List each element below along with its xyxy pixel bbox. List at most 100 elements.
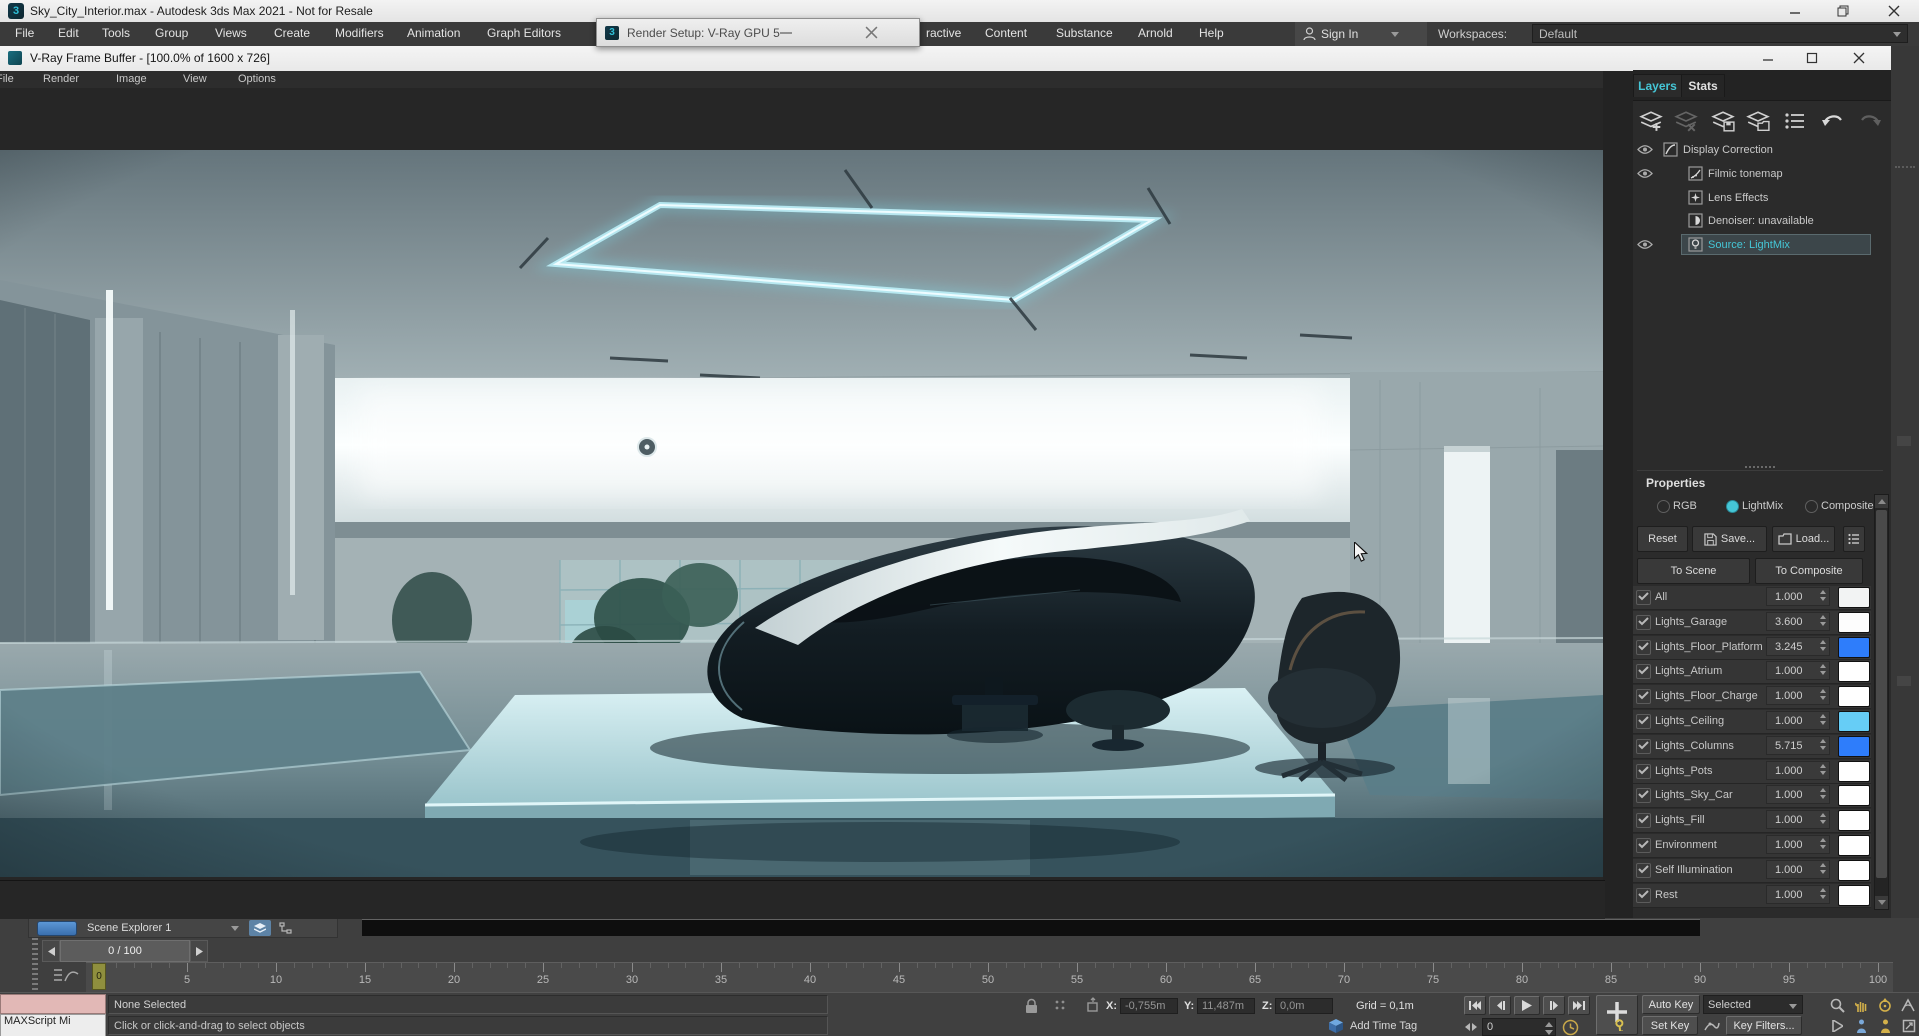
light-spinner[interactable] [1820, 788, 1826, 799]
light-checkbox[interactable] [1636, 788, 1651, 803]
light-spinner[interactable] [1820, 615, 1826, 626]
light-checkbox[interactable] [1636, 615, 1651, 630]
light-checkbox[interactable] [1636, 813, 1651, 828]
light-color-swatch[interactable] [1838, 612, 1870, 633]
selection-lock-icon[interactable] [1024, 998, 1039, 1014]
light-checkbox[interactable] [1636, 764, 1651, 779]
light-checkbox[interactable] [1636, 888, 1651, 903]
time-configuration-icon[interactable] [1562, 1019, 1579, 1036]
reset-button[interactable]: Reset [1637, 526, 1688, 552]
light-multiplier-field[interactable]: 1.000 [1766, 885, 1830, 904]
light-multiplier-field[interactable]: 3.245 [1766, 637, 1830, 656]
menu-ractive[interactable]: ractive [926, 26, 961, 40]
go-to-start-button[interactable] [1464, 996, 1486, 1015]
light-multiplier-field[interactable]: 1.000 [1766, 661, 1830, 680]
restore-icon[interactable] [1820, 0, 1866, 21]
prev-frame-button[interactable] [42, 940, 60, 962]
panel-divider[interactable] [1603, 71, 1633, 918]
macro-recorder-field[interactable] [0, 994, 106, 1014]
splitter-grip[interactable] [1745, 466, 1775, 471]
scroll-up-icon[interactable] [1875, 495, 1888, 508]
layer-row-filmic-tonemap[interactable]: Filmic tonemap [1633, 164, 1881, 186]
light-spinner[interactable] [1820, 640, 1826, 651]
light-color-swatch[interactable] [1838, 785, 1870, 806]
previous-frame-button[interactable] [1489, 996, 1511, 1015]
light-color-swatch[interactable] [1838, 686, 1870, 707]
light-color-swatch[interactable] [1838, 711, 1870, 732]
light-color-swatch[interactable] [1838, 587, 1870, 608]
load-layers-icon[interactable] [1745, 106, 1771, 136]
track-bar[interactable] [362, 919, 1700, 936]
visibility-eye-icon[interactable] [1637, 239, 1653, 251]
visibility-eye-icon[interactable] [1637, 144, 1653, 156]
walk-through-icon[interactable] [1850, 1017, 1872, 1035]
absolute-offset-icon[interactable] [1084, 997, 1102, 1015]
zoom-region-icon[interactable] [1826, 1017, 1848, 1035]
menu-content[interactable]: Content [985, 26, 1027, 40]
light-checkbox[interactable] [1636, 689, 1651, 704]
orbit-selected-icon[interactable] [1874, 1017, 1896, 1035]
redo-icon[interactable] [1857, 106, 1883, 136]
layer-row-lens-effects[interactable]: Lens Effects [1633, 188, 1881, 210]
menu-group[interactable]: Group [155, 26, 188, 40]
menu-graph-editors[interactable]: Graph Editors [487, 26, 561, 40]
layer-options-button[interactable] [1843, 526, 1865, 552]
light-multiplier-field[interactable]: 1.000 [1766, 835, 1830, 854]
light-color-swatch[interactable] [1838, 885, 1870, 906]
maximize-viewport-toggle-icon[interactable] [1898, 1017, 1919, 1035]
next-frame-button[interactable] [190, 940, 208, 962]
light-color-swatch[interactable] [1838, 860, 1870, 881]
load-button[interactable]: Load... [1772, 526, 1835, 552]
radio-lightmix[interactable] [1726, 500, 1739, 513]
z-field[interactable]: 0,0m [1275, 998, 1333, 1014]
menu-edit[interactable]: Edit [58, 26, 79, 40]
light-checkbox[interactable] [1636, 863, 1651, 878]
layer-list-icon[interactable] [1782, 106, 1808, 136]
delete-layer-icon[interactable] [1673, 106, 1699, 136]
tab-stats[interactable]: Stats [1681, 74, 1725, 97]
x-field[interactable]: -0,755m [1120, 998, 1178, 1014]
menu-create[interactable]: Create [274, 26, 310, 40]
panel-scrollbar[interactable] [1874, 494, 1889, 910]
tab-layers[interactable]: Layers [1633, 74, 1682, 97]
to-composite-button[interactable]: To Composite [1755, 558, 1863, 584]
vfb-menu-file[interactable]: File [0, 73, 14, 85]
close-icon[interactable] [865, 26, 878, 39]
display-layers-icon[interactable] [249, 920, 271, 936]
light-color-swatch[interactable] [1838, 661, 1870, 682]
light-checkbox[interactable] [1636, 739, 1651, 754]
light-spinner[interactable] [1820, 888, 1826, 899]
vfb-menu-options[interactable]: Options [238, 73, 276, 85]
light-multiplier-field[interactable]: 1.000 [1766, 785, 1830, 804]
light-multiplier-field[interactable]: 1.000 [1766, 711, 1830, 730]
snap-grid-icon[interactable] [1054, 999, 1070, 1013]
layer-row-display-correction[interactable]: Display Correction [1633, 140, 1881, 162]
light-spinner[interactable] [1820, 714, 1826, 725]
light-multiplier-field[interactable]: 1.000 [1766, 686, 1830, 705]
next-frame-play-button[interactable] [1543, 996, 1565, 1015]
visibility-eye-icon[interactable] [1637, 168, 1653, 180]
menu-tools[interactable]: Tools [102, 26, 130, 40]
light-checkbox[interactable] [1636, 664, 1651, 679]
save-button[interactable]: Save... [1692, 526, 1767, 552]
auto-key-button[interactable]: Auto Key [1642, 995, 1700, 1014]
menu-substance[interactable]: Substance [1056, 26, 1113, 40]
radio-rgb[interactable] [1657, 500, 1670, 513]
y-field[interactable]: 11,487m [1197, 998, 1255, 1014]
light-checkbox[interactable] [1636, 640, 1651, 655]
timeline-drag-handle[interactable] [32, 938, 38, 990]
zoom-icon[interactable] [1826, 996, 1848, 1014]
light-checkbox[interactable] [1636, 714, 1651, 729]
render-setup-window[interactable]: 3 Render Setup: V-Ray GPU 5 [596, 18, 920, 47]
sign-in-button[interactable]: Sign In [1295, 22, 1427, 46]
field-of-view-icon[interactable] [1898, 996, 1919, 1014]
minimize-icon[interactable] [1772, 0, 1818, 21]
light-checkbox[interactable] [1636, 838, 1651, 853]
menu-animation[interactable]: Animation [407, 26, 460, 40]
add-time-tag[interactable]: Add Time Tag [1350, 1020, 1417, 1032]
light-multiplier-field[interactable]: 1.000 [1766, 810, 1830, 829]
menu-modifiers[interactable]: Modifiers [335, 26, 384, 40]
save-layers-icon[interactable] [1710, 106, 1736, 136]
close-icon[interactable] [1868, 0, 1919, 21]
key-filters-button[interactable]: Key Filters... [1726, 1016, 1802, 1035]
